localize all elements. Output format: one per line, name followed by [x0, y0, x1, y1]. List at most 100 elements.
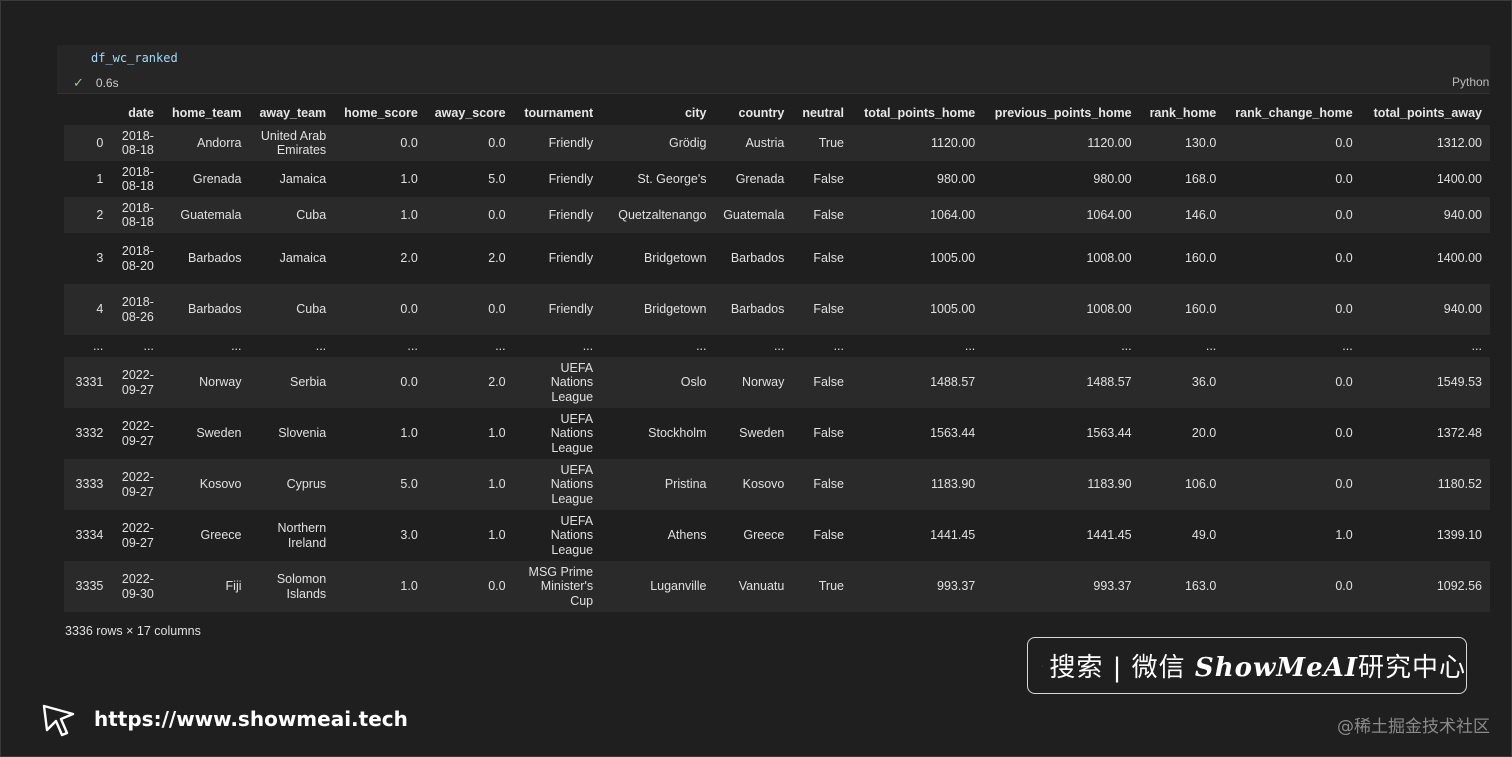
- table-cell: ...: [696, 338, 707, 353]
- table-cell: Stockholm: [648, 426, 707, 441]
- table-cell: 1549.53: [1436, 375, 1482, 390]
- table-cell: Austria: [745, 135, 785, 150]
- table-cell: 980.00: [937, 171, 976, 186]
- table-cell: ...: [1471, 338, 1482, 353]
- table-cell: 0.0: [1335, 207, 1353, 222]
- table-cell: 0.0: [1335, 171, 1353, 186]
- row-index: 0: [96, 135, 104, 150]
- row-index: 1: [96, 171, 104, 186]
- table-cell: 49.0: [1191, 528, 1217, 543]
- table-cell: False: [813, 207, 844, 222]
- table-cell: UEFA Nations League: [550, 462, 594, 506]
- table-cell: Northern Ireland: [277, 521, 327, 550]
- table-row: ........................................…: [64, 335, 1490, 357]
- watermark-url: https://www.showmeai.tech: [40, 700, 408, 738]
- table-cell: ...: [1205, 338, 1217, 353]
- table-cell: False: [813, 528, 844, 543]
- cell-language[interactable]: Python: [1452, 75, 1490, 89]
- table-cell: 1441.45: [1086, 528, 1132, 543]
- table-cell: True: [818, 579, 844, 594]
- row-index: 2: [96, 207, 104, 222]
- table-cell: ...: [582, 338, 594, 353]
- table-cell: 2018-08-20: [121, 244, 154, 273]
- table-cell: Guatemala: [723, 207, 785, 222]
- table-cell: 106.0: [1184, 477, 1217, 492]
- table-cell: 1563.44: [1086, 426, 1132, 441]
- table-cell: 1183.90: [931, 477, 976, 492]
- table-cell: Barbados: [730, 302, 785, 317]
- table-cell: Quetzaltenango: [618, 207, 707, 222]
- table-cell: 1180.52: [1437, 477, 1482, 492]
- table-cell: 0.0: [488, 302, 506, 317]
- table-cell: 1.0: [488, 528, 506, 543]
- table-cell: 160.0: [1184, 302, 1217, 317]
- table-cell: 0.0: [1335, 426, 1353, 441]
- table-cell: 1120.00: [931, 135, 976, 150]
- table-cell: 1092.56: [1436, 579, 1482, 594]
- table-cell: 130.0: [1184, 135, 1217, 150]
- table-cell: 2018-08-26: [121, 295, 154, 324]
- table-cell: 5.0: [488, 171, 506, 186]
- table-cell: UEFA Nations League: [550, 513, 594, 557]
- row-index: 3333: [75, 477, 104, 492]
- table-cell: Luganville: [650, 579, 707, 594]
- table-cell: UEFA Nations League: [550, 360, 594, 404]
- dataframe-table: date home_team away_team home_score away_sco…: [64, 100, 1490, 612]
- table-cell: ...: [407, 338, 418, 353]
- table-cell: 0.0: [400, 135, 418, 150]
- table-cell: 0.0: [488, 135, 506, 150]
- table-cell: 1441.45: [930, 528, 976, 543]
- column-header: rank_home: [1149, 105, 1217, 120]
- table-cell: 2.0: [488, 375, 506, 390]
- table-cell: Serbia: [290, 375, 327, 390]
- table-cell: 1.0: [488, 477, 506, 492]
- table-cell: Cyprus: [286, 477, 327, 492]
- column-header: home_score: [344, 105, 418, 120]
- table-cell: 1372.48: [1436, 426, 1482, 441]
- table-cell: 1488.57: [1086, 375, 1132, 390]
- table-cell: 163.0: [1184, 579, 1217, 594]
- table-cell: Sweden: [196, 426, 242, 441]
- table-cell: 2018-08-18: [121, 128, 154, 158]
- table-cell: False: [813, 375, 844, 390]
- table-cell: Fiji: [225, 579, 242, 594]
- table-cell: 0.0: [1335, 302, 1353, 317]
- table-cell: 1005.00: [930, 251, 976, 266]
- column-header: country: [738, 105, 785, 120]
- row-index: 3: [96, 251, 104, 266]
- table-cell: Athens: [667, 528, 707, 543]
- table-cell: 0.0: [1335, 135, 1353, 150]
- table-cell: True: [818, 135, 844, 150]
- table-cell: 980.00: [1093, 171, 1132, 186]
- watermark-url-text: https://www.showmeai.tech: [94, 707, 408, 731]
- table-cell: Kosovo: [742, 477, 785, 492]
- table-row: 3332 2022-09-27 Sweden Slovenia 1.0 1.0 UEFA N…: [64, 408, 1490, 459]
- code-line[interactable]: df_wc_ranked: [91, 51, 178, 65]
- column-header: rank_change_home: [1235, 105, 1353, 120]
- table-cell: Jamaica: [279, 251, 327, 266]
- table-cell: Friendly: [548, 171, 594, 186]
- table-cell: Friendly: [548, 135, 594, 150]
- table-cell: Sweden: [739, 426, 785, 441]
- notebook-cell[interactable]: df_wc_ranked ✓ 0.6s Python: [57, 45, 1490, 93]
- table-cell: Pristina: [664, 477, 707, 492]
- table-cell: Friendly: [548, 207, 594, 222]
- table-row: 3 2018-08-20 Barbados Jamaica 2.0 2.0 Friendly…: [64, 233, 1490, 284]
- table-cell: 940.00: [1443, 302, 1482, 317]
- table-cell: MSG Prime Minister's Cup: [528, 564, 594, 608]
- table-header-row: date home_team away_team home_score away_sco…: [64, 100, 1490, 125]
- table-cell: Greece: [200, 528, 242, 543]
- table-row: 1 2018-08-18 Grenada Jamaica 1.0 5.0 Friendly S…: [64, 161, 1490, 197]
- table-cell: ...: [1121, 338, 1132, 353]
- table-cell: Slovenia: [278, 426, 327, 441]
- table-cell: Barbados: [187, 302, 242, 317]
- table-row: 3331 2022-09-27 Norway Serbia 0.0 2.0 UEFA Nat…: [64, 357, 1490, 408]
- table-cell: 5.0: [400, 477, 418, 492]
- table-cell: UEFA Nations League: [550, 411, 594, 455]
- table-cell: Norway: [199, 375, 242, 390]
- table-cell: ...: [773, 338, 785, 353]
- table-cell: 1563.44: [930, 426, 976, 441]
- watermark-suffix: 研究中心: [1357, 653, 1466, 683]
- table-cell: False: [813, 171, 844, 186]
- table-cell: 2018-08-18: [121, 200, 154, 230]
